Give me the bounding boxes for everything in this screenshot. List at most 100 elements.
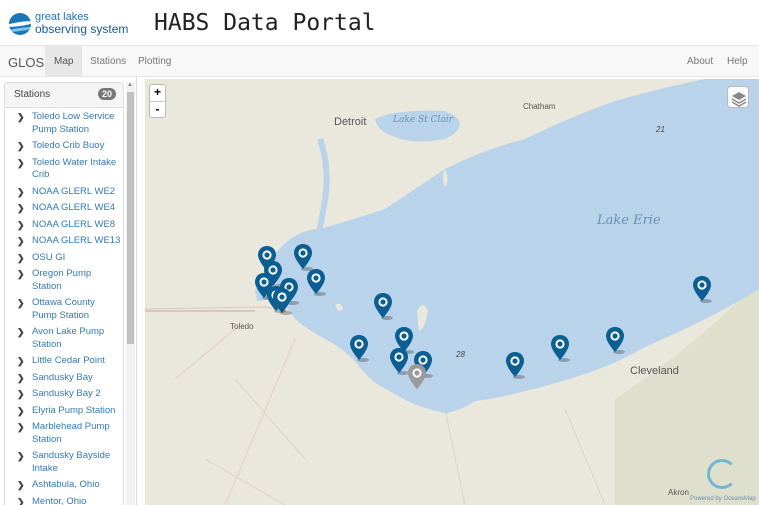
zoom-in-button[interactable]: + bbox=[150, 85, 165, 101]
station-list-item[interactable]: ❯ Marblehead Pump Station bbox=[5, 419, 123, 448]
station-list-item[interactable]: ❯ Ottawa County Pump Station bbox=[5, 295, 123, 324]
station-name: NOAA GLERL WE8 bbox=[32, 218, 116, 230]
stations-sidebar: Stations 20 ❯ Toledo Low Service Pump Sta… bbox=[0, 77, 137, 505]
help-link[interactable]: Help bbox=[718, 46, 757, 77]
station-list-item[interactable]: ❯ OSU GI bbox=[5, 250, 123, 267]
waves-logo-icon bbox=[9, 13, 31, 35]
station-name: Toledo Water Intake Crib bbox=[32, 156, 117, 181]
station-name: Elyria Pump Station bbox=[32, 404, 116, 416]
station-name: Mentor, Ohio bbox=[32, 495, 87, 505]
station-name: Oregon Pump Station bbox=[32, 268, 92, 292]
stations-panel-heading: Stations 20 bbox=[4, 82, 124, 108]
station-marker-icon[interactable] bbox=[550, 334, 570, 362]
zoom-out-button[interactable]: - bbox=[150, 101, 165, 117]
station-list-item[interactable]: ❯ Ashtabula, Ohio bbox=[5, 477, 123, 494]
chevron-right-icon: ❯ bbox=[17, 422, 25, 432]
map-label-lake-erie: Lake Erie bbox=[597, 213, 661, 228]
station-marker-icon[interactable] bbox=[605, 326, 625, 354]
chevron-right-icon: ❯ bbox=[17, 219, 25, 230]
station-marker-icon[interactable] bbox=[389, 347, 409, 375]
scrollbar-thumb[interactable] bbox=[127, 92, 134, 344]
chevron-right-icon: ❯ bbox=[17, 236, 25, 246]
app-header: great lakes observing system HABS Data P… bbox=[0, 0, 759, 46]
station-list-item[interactable]: ❯ Elyria Pump Station bbox=[5, 403, 123, 420]
station-list-item[interactable]: ❯ Toledo Low Service Pump Station bbox=[5, 109, 123, 138]
chevron-right-icon: ❯ bbox=[17, 405, 25, 416]
layers-button[interactable] bbox=[727, 86, 749, 108]
station-marker-icon[interactable] bbox=[692, 275, 712, 303]
station-name: Sandusky Bay 2 bbox=[32, 388, 101, 399]
about-link[interactable]: About bbox=[678, 46, 722, 77]
chevron-right-icon: ❯ bbox=[17, 269, 25, 279]
station-list-item[interactable]: ❯ Avon Lake Pump Station bbox=[5, 324, 123, 353]
station-marker-icon[interactable] bbox=[373, 292, 393, 320]
station-name: Sandusky Bayside Intake bbox=[32, 450, 111, 474]
station-marker-inactive-icon[interactable] bbox=[407, 363, 427, 391]
chevron-right-icon: ❯ bbox=[17, 252, 25, 263]
station-list-item[interactable]: ❯ Little Cedar Point bbox=[5, 353, 123, 370]
tab-plotting[interactable]: Plotting bbox=[129, 46, 180, 77]
map-label-28: 28 bbox=[456, 350, 465, 359]
chevron-right-icon: ❯ bbox=[17, 480, 25, 490]
map-label-detroit: Detroit bbox=[334, 116, 367, 128]
station-name: Toledo Crib Buoy bbox=[32, 140, 105, 151]
chevron-right-icon: ❯ bbox=[17, 203, 25, 213]
station-name: Ottawa County Pump Station bbox=[32, 297, 95, 321]
map-attribution[interactable]: Powered by OceansMap bbox=[690, 496, 756, 502]
station-list-item[interactable]: ❯ NOAA GLERL WE4 bbox=[5, 200, 123, 217]
station-name: NOAA GLERL WE13 bbox=[32, 235, 121, 246]
station-name: Ashtabula, Ohio bbox=[32, 479, 100, 490]
station-list-item[interactable]: ❯ Sandusky Bay 2 bbox=[5, 386, 123, 403]
station-name: Toledo Low Service Pump Station bbox=[32, 111, 115, 135]
map-label-lake-st-clair: Lake St Clair bbox=[393, 115, 453, 125]
stations-heading-label: Stations bbox=[14, 89, 51, 100]
station-list-item[interactable]: ❯ Toledo Water Intake Crib bbox=[5, 155, 123, 184]
station-name: Sandusky Bay bbox=[32, 371, 93, 383]
station-list-item[interactable]: ❯ Toledo Crib Buoy bbox=[5, 138, 123, 155]
chevron-right-icon: ❯ bbox=[17, 157, 25, 168]
glos-logo[interactable]: great lakes observing system bbox=[9, 10, 128, 38]
station-count-badge: 20 bbox=[97, 88, 116, 100]
station-marker-icon[interactable] bbox=[293, 243, 313, 271]
tab-map[interactable]: Map bbox=[45, 46, 83, 77]
zoom-control: + - bbox=[149, 84, 166, 118]
station-list-item[interactable]: ❯ NOAA GLERL WE2 bbox=[5, 184, 123, 201]
map-label-toledo: Toledo bbox=[230, 322, 254, 331]
station-list-item[interactable]: ❯ NOAA GLERL WE13 bbox=[5, 233, 123, 250]
scroll-up-arrow-icon[interactable]: ▲ bbox=[127, 82, 133, 88]
station-name: Avon Lake Pump Station bbox=[32, 326, 105, 350]
station-marker-icon[interactable] bbox=[349, 334, 369, 362]
chevron-right-icon: ❯ bbox=[17, 186, 25, 197]
station-marker-icon[interactable] bbox=[272, 287, 292, 315]
station-list-item[interactable]: ❯ Mentor, Ohio bbox=[5, 494, 123, 505]
map-label-cleveland: Cleveland bbox=[630, 365, 679, 377]
station-list-item[interactable]: ❯ NOAA GLERL WE8 bbox=[5, 217, 123, 234]
top-navbar: GLOS Map Stations Plotting About Help bbox=[0, 46, 759, 77]
station-list-item[interactable]: ❯ Sandusky Bay bbox=[5, 370, 123, 387]
station-list: ❯ Toledo Low Service Pump Station ❯ Toledo … bbox=[4, 109, 124, 505]
map-label-akron: Akron bbox=[668, 488, 689, 497]
chevron-right-icon: ❯ bbox=[17, 451, 25, 461]
station-name: NOAA GLERL WE2 bbox=[32, 185, 116, 197]
station-list-item[interactable]: ❯ Oregon Pump Station bbox=[5, 266, 123, 295]
station-name: Marblehead Pump Station bbox=[32, 421, 110, 445]
page-title: HABS Data Portal bbox=[154, 10, 376, 36]
oceansmap-logo-icon bbox=[707, 459, 737, 489]
chevron-right-icon: ❯ bbox=[17, 389, 25, 399]
station-marker-icon[interactable] bbox=[505, 351, 525, 379]
tab-stations[interactable]: Stations bbox=[81, 46, 135, 77]
map-label-21: 21 bbox=[656, 125, 665, 134]
chevron-right-icon: ❯ bbox=[17, 327, 25, 337]
chevron-right-icon: ❯ bbox=[17, 496, 25, 505]
station-name: OSU GI bbox=[32, 251, 66, 263]
sidebar-scrollbar[interactable]: ▲ bbox=[126, 82, 135, 505]
map-label-chatham: Chatham bbox=[523, 102, 556, 111]
station-list-item[interactable]: ❯ Sandusky Bayside Intake bbox=[5, 448, 123, 477]
layers-icon bbox=[731, 92, 747, 107]
navbar-brand[interactable]: GLOS bbox=[8, 55, 44, 70]
chevron-right-icon: ❯ bbox=[17, 298, 25, 308]
station-marker-icon[interactable] bbox=[306, 268, 326, 296]
station-name: NOAA GLERL WE4 bbox=[32, 202, 116, 213]
chevron-right-icon: ❯ bbox=[17, 356, 25, 366]
map-view[interactable]: + - Detroit Lake St Clair Chatham 21 Lak… bbox=[145, 79, 759, 505]
